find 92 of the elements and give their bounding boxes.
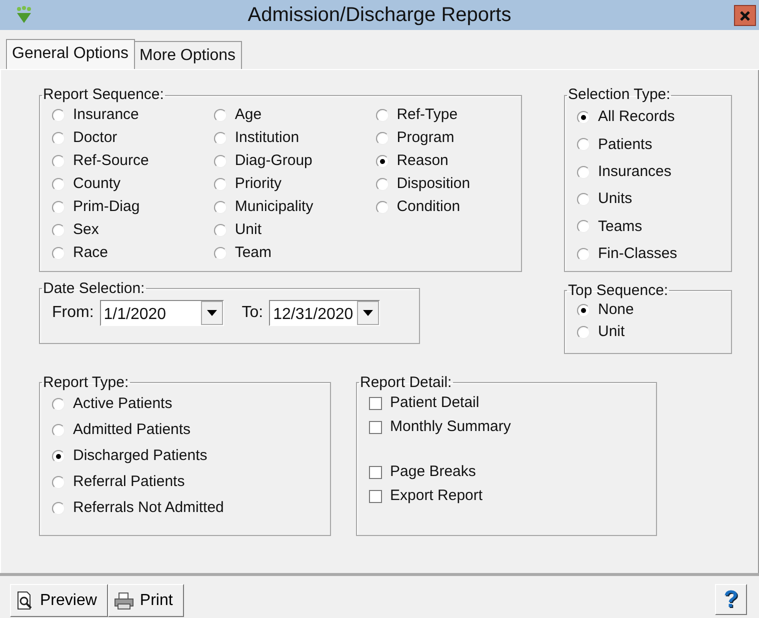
- option-label: Patients: [598, 134, 652, 155]
- option-label: Reason: [396, 151, 448, 172]
- option-label: Patient Detail: [390, 393, 480, 414]
- option-label: Fin-Classes: [598, 244, 678, 264]
- radio-button[interactable]: [214, 109, 227, 122]
- radio-button[interactable]: [214, 155, 227, 168]
- radio-button[interactable]: [577, 111, 590, 124]
- radio-button[interactable]: [52, 178, 65, 191]
- radio-button[interactable]: [214, 178, 227, 191]
- tab[interactable]: More Options: [134, 41, 242, 69]
- preview-button[interactable]: Preview: [10, 584, 108, 617]
- field-label: From:: [52, 302, 94, 322]
- radio-button[interactable]: [577, 248, 590, 261]
- radio-button[interactable]: [52, 398, 65, 411]
- option-label: Diag-Group: [234, 151, 312, 172]
- radio-button[interactable]: [376, 178, 389, 191]
- checkbox[interactable]: [369, 421, 382, 434]
- option-label: Sex: [73, 220, 99, 240]
- group-title: Selection Type:: [567, 86, 672, 104]
- radio-button[interactable]: [376, 155, 389, 168]
- close-button[interactable]: [734, 5, 756, 26]
- option-label: Condition: [396, 197, 460, 218]
- group-title: Report Type:: [42, 374, 130, 392]
- radio-button[interactable]: [52, 424, 65, 437]
- group-title: Top Sequence:: [567, 282, 670, 300]
- option-label: Insurances: [598, 162, 672, 182]
- option-label: Team: [234, 243, 272, 264]
- radio-button[interactable]: [52, 450, 65, 463]
- checkbox[interactable]: [369, 490, 382, 503]
- print-button[interactable]: Print: [108, 584, 184, 617]
- option-label: Referral Patients: [73, 472, 185, 492]
- radio-button[interactable]: [52, 247, 65, 260]
- radio-button[interactable]: [52, 476, 65, 489]
- option-label: Unit: [598, 322, 625, 342]
- printer-icon: [112, 590, 135, 610]
- option-label: Ref-Type: [396, 105, 458, 126]
- radio-button[interactable]: [376, 109, 389, 122]
- help-button[interactable]: ?: [715, 584, 747, 615]
- logo-icon: [16, 6, 32, 24]
- group-title: Report Sequence:: [42, 86, 165, 104]
- option-label: Insurance: [73, 105, 139, 126]
- option-label: Teams: [598, 216, 642, 237]
- group-title: Report Detail:: [359, 374, 453, 392]
- radio-button[interactable]: [376, 201, 389, 214]
- window-title: Admission/Discharge Reports: [248, 3, 512, 28]
- option-label: Discharged Patients: [73, 446, 208, 466]
- radio-button[interactable]: [52, 224, 65, 237]
- radio-button[interactable]: [577, 220, 590, 234]
- option-label: Priority: [234, 174, 282, 194]
- option-label: Doctor: [73, 128, 118, 148]
- radio-button[interactable]: [577, 193, 590, 206]
- option-label: Admitted Patients: [73, 420, 191, 440]
- option-label: Active Patients: [73, 394, 172, 414]
- radio-button[interactable]: [52, 109, 65, 122]
- radio-button[interactable]: [577, 304, 590, 317]
- option-label: None: [598, 300, 634, 320]
- date-dropdown[interactable]: 1/1/2020: [100, 300, 224, 326]
- option-label: All Records: [598, 107, 675, 128]
- option-label: Race: [73, 243, 108, 264]
- option-label: Institution: [234, 128, 300, 148]
- checkbox[interactable]: [369, 466, 382, 479]
- radio-button[interactable]: [214, 201, 227, 214]
- radio-button[interactable]: [214, 247, 227, 260]
- radio-button[interactable]: [577, 326, 590, 339]
- option-label: Prim-Diag: [73, 197, 140, 218]
- option-label: Program: [396, 128, 454, 148]
- date-dropdown[interactable]: 12/31/2020: [269, 300, 380, 326]
- option-label: County: [73, 174, 121, 194]
- option-label: Page Breaks: [390, 462, 476, 482]
- field-label: To:: [242, 302, 264, 322]
- option-label: Disposition: [396, 174, 470, 194]
- radio-button[interactable]: [52, 155, 65, 168]
- option-label: Units: [598, 189, 632, 210]
- radio-button[interactable]: [376, 132, 389, 145]
- radio-button[interactable]: [52, 502, 65, 515]
- radio-button[interactable]: [52, 201, 65, 214]
- radio-button[interactable]: [214, 132, 227, 145]
- tab[interactable]: General Options: [6, 39, 135, 69]
- option-label: Unit: [234, 220, 262, 240]
- checkbox[interactable]: [369, 397, 382, 410]
- radio-button[interactable]: [577, 138, 590, 152]
- option-label: Referrals Not Admitted: [73, 498, 224, 518]
- close-icon: [740, 10, 750, 20]
- group-title: Date Selection:: [42, 280, 146, 298]
- radio-button[interactable]: [577, 166, 590, 179]
- option-label: Monthly Summary: [390, 417, 511, 438]
- option-label: Municipality: [234, 197, 314, 218]
- radio-button[interactable]: [52, 132, 65, 145]
- radio-button[interactable]: [214, 224, 227, 237]
- option-label: Ref-Source: [73, 151, 149, 172]
- option-label: Export Report: [390, 486, 483, 506]
- option-label: Age: [234, 105, 262, 126]
